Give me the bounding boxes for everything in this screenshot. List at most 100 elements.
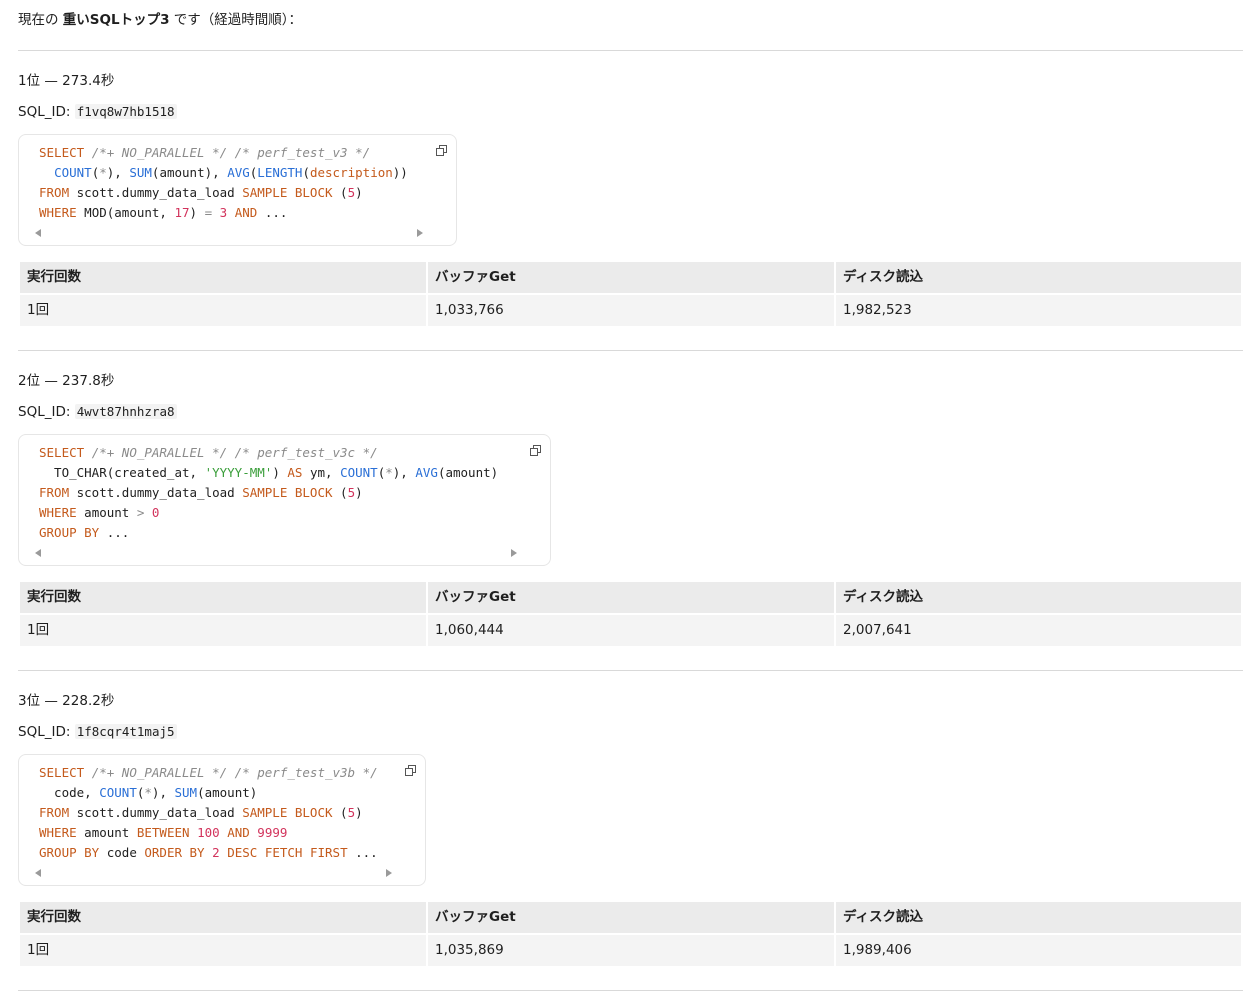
code-token: )	[355, 805, 363, 820]
code-token: TO_CHAR(created_at,	[39, 465, 205, 480]
stats-table-3: 実行回数 バッファGet ディスク読込 1回 1,035,869 1,989,4…	[20, 902, 1241, 966]
code-token: (	[302, 165, 310, 180]
code-block-2[interactable]: SELECT /*+ NO_PARALLEL */ /* perf_test_v…	[18, 434, 551, 566]
code-token: WHERE	[39, 825, 77, 840]
code-token: /*+ NO_PARALLEL */ /* perf_test_v3c */	[91, 445, 378, 460]
code-token: SAMPLE BLOCK	[242, 185, 333, 200]
code-token: description	[309, 165, 393, 180]
code-token: *	[385, 465, 393, 480]
divider	[18, 670, 1243, 671]
code-token: amount	[76, 505, 137, 520]
cell-buffer-gets: 1,033,766	[428, 295, 834, 326]
code-token: SAMPLE BLOCK	[242, 805, 333, 820]
scroll-left-icon[interactable]	[35, 549, 41, 557]
cell-disk-reads: 1,989,406	[836, 935, 1241, 966]
divider	[18, 350, 1243, 351]
code-block-3[interactable]: SELECT /*+ NO_PARALLEL */ /* perf_test_v…	[18, 754, 426, 886]
sql-code-3: SELECT /*+ NO_PARALLEL */ /* perf_test_v…	[19, 755, 425, 863]
scroll-right-icon[interactable]	[386, 869, 392, 877]
scroll-left-icon[interactable]	[35, 229, 41, 237]
code-token: =	[204, 205, 213, 220]
header-buffer-gets: バッファGet	[428, 582, 834, 613]
code-token: 5	[347, 485, 356, 500]
code-block-1[interactable]: SELECT /*+ NO_PARALLEL */ /* perf_test_v…	[18, 134, 457, 246]
code-token: /*+ NO_PARALLEL */ /* perf_test_v3 */	[91, 145, 371, 160]
divider	[18, 990, 1243, 991]
stats-table-1: 実行回数 バッファGet ディスク読込 1回 1,033,766 1,982,5…	[20, 262, 1241, 326]
code-token: GROUP BY	[39, 525, 100, 540]
sql-code-1: SELECT /*+ NO_PARALLEL */ /* perf_test_v…	[19, 135, 456, 223]
code-token: ...	[347, 845, 378, 860]
divider	[18, 50, 1243, 51]
code-token: ))	[392, 165, 408, 180]
header-executions: 実行回数	[20, 582, 426, 613]
code-token: 5	[347, 805, 356, 820]
header-disk-reads: ディスク読込	[836, 262, 1241, 293]
header-disk-reads: ディスク読込	[836, 582, 1241, 613]
code-token: FROM	[39, 185, 70, 200]
code-token: ym,	[302, 465, 341, 480]
code-token: AVG	[415, 465, 438, 480]
sql-code-2: SELECT /*+ NO_PARALLEL */ /* perf_test_v…	[19, 435, 550, 543]
code-token: ORDER BY	[144, 845, 205, 860]
code-token: 2	[212, 845, 220, 860]
cell-disk-reads: 2,007,641	[836, 615, 1241, 646]
code-token: LENGTH	[257, 165, 303, 180]
header-buffer-gets: バッファGet	[428, 902, 834, 933]
code-token: ),	[151, 785, 175, 800]
code-token: AND	[234, 205, 258, 220]
code-token: code,	[39, 785, 100, 800]
code-token: 9999	[257, 825, 288, 840]
scroll-right-icon[interactable]	[511, 549, 517, 557]
stats-table-2: 実行回数 バッファGet ディスク読込 1回 1,060,444 2,007,6…	[20, 582, 1241, 646]
code-token: *	[144, 785, 152, 800]
code-token: BETWEEN	[136, 825, 190, 840]
header-executions: 実行回数	[20, 902, 426, 933]
code-token: AND	[227, 825, 250, 840]
code-token: AVG	[227, 165, 250, 180]
cell-executions: 1回	[20, 295, 426, 326]
copy-icon[interactable]	[530, 445, 541, 456]
code-token: SELECT	[39, 765, 85, 780]
copy-icon[interactable]	[405, 765, 416, 776]
rank-heading-3: 3位 — 228.2秒	[18, 693, 115, 709]
code-token: SUM	[174, 785, 198, 800]
code-token: SELECT	[39, 445, 85, 460]
code-token: code	[99, 845, 145, 860]
code-token: 'YYYY-MM'	[204, 465, 273, 480]
cell-executions: 1回	[20, 935, 426, 966]
scroll-right-icon[interactable]	[417, 229, 423, 237]
header-disk-reads: ディスク読込	[836, 902, 1241, 933]
code-token: (amount)	[437, 465, 499, 480]
sql-id-3: SQL_ID: 1f8cqr4t1maj5	[18, 724, 177, 740]
scroll-left-icon[interactable]	[35, 869, 41, 877]
code-token: 0	[151, 505, 160, 520]
code-token: FROM	[39, 485, 70, 500]
code-token: ...	[99, 525, 130, 540]
header-buffer-gets: バッファGet	[428, 262, 834, 293]
cell-buffer-gets: 1,035,869	[428, 935, 834, 966]
code-token: ),	[392, 465, 416, 480]
code-token: DESC FETCH FIRST	[227, 845, 348, 860]
code-token: COUNT	[99, 785, 137, 800]
cell-executions: 1回	[20, 615, 426, 646]
cell-disk-reads: 1,982,523	[836, 295, 1241, 326]
code-token: AS	[287, 465, 303, 480]
code-token: MOD(amount,	[76, 205, 175, 220]
code-token: /*+ NO_PARALLEL */ /* perf_test_v3b */	[91, 765, 378, 780]
sql-id-2: SQL_ID: 4wvt87hnhzra8	[18, 404, 177, 420]
code-token: GROUP BY	[39, 845, 100, 860]
code-token: COUNT	[54, 165, 92, 180]
code-token: WHERE	[39, 505, 77, 520]
code-token: )	[355, 185, 363, 200]
copy-icon[interactable]	[436, 145, 447, 156]
rank-heading-2: 2位 — 237.8秒	[18, 373, 115, 389]
